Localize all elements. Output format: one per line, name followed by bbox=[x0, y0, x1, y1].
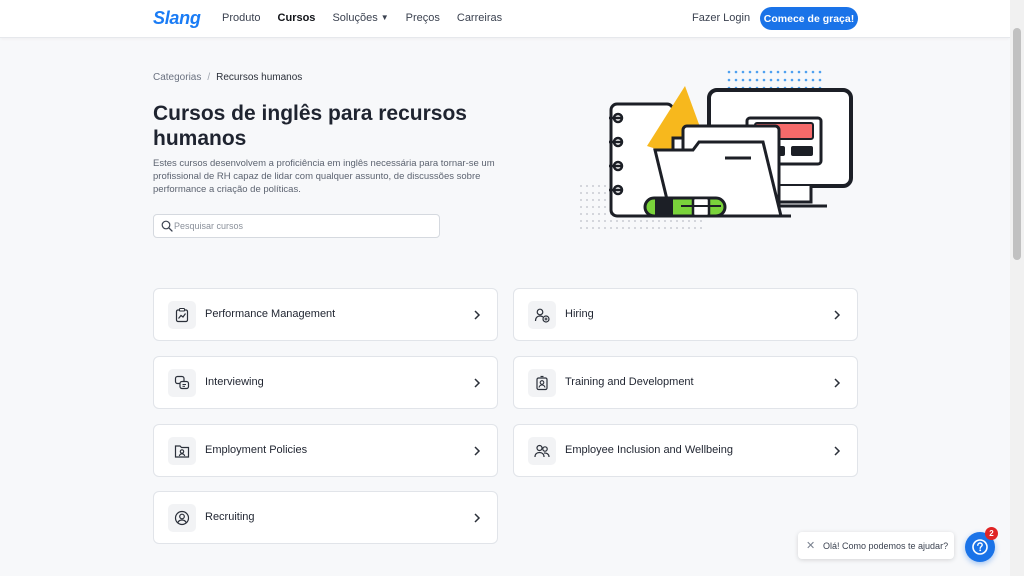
slang-logo[interactable]: Slang bbox=[153, 8, 201, 29]
category-card-performance-management[interactable]: Performance Management bbox=[153, 288, 498, 341]
category-label: Training and Development bbox=[565, 376, 694, 388]
category-card-training-and-development[interactable]: Training and Development bbox=[513, 356, 858, 409]
chevron-right-icon bbox=[474, 310, 481, 320]
main-nav: Produto Cursos Soluções ▼ Preços Carreira… bbox=[222, 12, 502, 24]
chat-greeting-text: Olá! Como podemos te ajudar? bbox=[823, 541, 949, 551]
nav-cursos[interactable]: Cursos bbox=[278, 12, 316, 24]
chat-greeting-bubble[interactable]: ✕ Olá! Como podemos te ajudar? bbox=[798, 532, 954, 559]
category-card-interviewing[interactable]: Interviewing bbox=[153, 356, 498, 409]
chat-bubbles-icon bbox=[174, 375, 190, 390]
category-label: Performance Management bbox=[205, 308, 336, 320]
clipboard-chart-icon bbox=[175, 307, 189, 323]
category-card-recruiting[interactable]: Recruiting bbox=[153, 491, 498, 544]
group-icon bbox=[534, 444, 550, 458]
category-icon-box bbox=[168, 437, 196, 465]
category-label: Recruiting bbox=[205, 511, 255, 523]
category-label: Interviewing bbox=[205, 376, 264, 388]
category-label: Hiring bbox=[565, 308, 594, 320]
nav-solucoes[interactable]: Soluções ▼ bbox=[332, 12, 388, 24]
category-label: Employment Policies bbox=[205, 444, 308, 456]
breadcrumb-separator: / bbox=[207, 72, 211, 83]
chevron-right-icon bbox=[834, 446, 841, 456]
nav-precos[interactable]: Preços bbox=[406, 12, 440, 24]
hero-illustration bbox=[580, 70, 853, 229]
breadcrumb-current: Recursos humanos bbox=[216, 72, 303, 83]
close-icon[interactable]: ✕ bbox=[806, 539, 815, 552]
top-navigation-bar: Slang Produto Cursos Soluções ▼ Preços Ca… bbox=[0, 0, 1010, 38]
category-card-hiring[interactable]: Hiring bbox=[513, 288, 858, 341]
folder-person-icon bbox=[174, 445, 190, 458]
chevron-right-icon bbox=[474, 513, 481, 523]
search-icon bbox=[161, 220, 173, 232]
search-input[interactable] bbox=[174, 218, 434, 234]
category-card-employee-inclusion[interactable]: Employee Inclusion and Wellbeing bbox=[513, 424, 858, 477]
chevron-right-icon bbox=[834, 378, 841, 388]
marker-drawing bbox=[643, 196, 727, 218]
page-title: Cursos de inglês para recursos humanos bbox=[153, 102, 467, 150]
category-card-employment-policies[interactable]: Employment Policies bbox=[153, 424, 498, 477]
notification-badge: 2 bbox=[985, 527, 998, 540]
user-circle-icon bbox=[174, 510, 190, 526]
chevron-down-icon: ▼ bbox=[380, 13, 389, 22]
badge-person-icon bbox=[536, 375, 548, 391]
course-search bbox=[153, 214, 440, 238]
user-add-icon bbox=[534, 308, 550, 323]
category-label: Employee Inclusion and Wellbeing bbox=[565, 444, 733, 456]
page-scrollbar-thumb[interactable] bbox=[1013, 28, 1021, 260]
breadcrumb: Categorias / Recursos humanos bbox=[153, 72, 302, 83]
category-icon-box bbox=[168, 301, 196, 329]
chevron-right-icon bbox=[474, 446, 481, 456]
nav-solucoes-label: Soluções bbox=[332, 12, 378, 24]
signup-button[interactable]: Comece de graça! bbox=[760, 7, 858, 30]
category-icon-box bbox=[168, 504, 196, 532]
category-icon-box bbox=[168, 369, 196, 397]
chevron-right-icon bbox=[834, 310, 841, 320]
breadcrumb-categorias[interactable]: Categorias bbox=[153, 72, 201, 83]
nav-produto[interactable]: Produto bbox=[222, 12, 261, 24]
category-icon-box bbox=[528, 437, 556, 465]
page-description: Estes cursos desenvolvem a proficiência … bbox=[153, 158, 495, 195]
category-icon-box bbox=[528, 369, 556, 397]
category-icon-box bbox=[528, 301, 556, 329]
login-link[interactable]: Fazer Login bbox=[692, 12, 750, 24]
chevron-right-icon bbox=[474, 378, 481, 388]
nav-carreiras[interactable]: Carreiras bbox=[457, 12, 502, 24]
